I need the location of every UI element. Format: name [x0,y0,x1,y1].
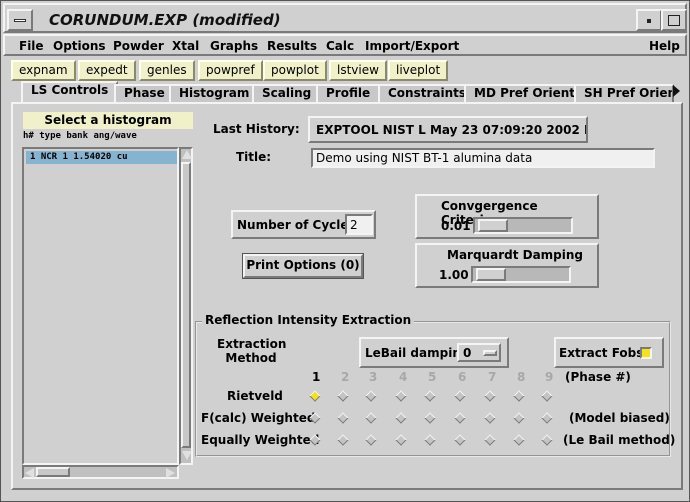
marquardt-slider-thumb[interactable] [476,268,506,281]
phase-number-3: 3 [369,370,378,384]
phase-number-1: 1 [312,370,321,384]
lebail-label: LeBail damping [365,346,470,360]
menu-import-export[interactable]: Import/Export [365,39,459,53]
histogram-columns: h# type bank ang/wave [23,131,137,141]
convergence-value: 0.01 [441,219,471,233]
maximize-icon [668,15,680,26]
scroll-left-icon[interactable] [25,468,34,478]
lebail-dropdown[interactable]: 0 [457,343,501,362]
menu-xtal[interactable]: Xtal [172,39,199,53]
menu-graphs[interactable]: Graphs [210,39,258,53]
cycles-frame: Number of Cycles 2 [231,210,376,239]
scroll-down-icon[interactable] [182,451,192,460]
tab-ls-controls[interactable]: LS Controls [21,81,119,103]
menu-powder[interactable]: Powder [113,39,164,53]
extraction-group-title: Reflection Intensity Extraction [202,313,415,327]
liveplot-button[interactable]: liveplot [388,60,449,81]
print-options-button[interactable]: Print Options (0) [242,253,364,279]
extract-fobs-label: Extract Fobs [559,346,644,360]
histogram-list[interactable]: 1 NCR 1 1.54020 cu [22,147,179,465]
tab-md-pref-orient[interactable]: MD Pref Orient [464,84,585,102]
extraction-method-label: Extraction Method [217,337,287,365]
convergence-frame: Convgergence Criterion 0.01 [415,194,599,239]
expnam-button[interactable]: expnam [11,60,76,81]
equally-weighted-note: (Le Bail method) [563,433,676,447]
extract-fobs-checkbox[interactable] [640,347,652,359]
menu-help[interactable]: Help [649,39,680,53]
phase-number-9: 9 [545,370,554,384]
menu-results[interactable]: Results [267,39,317,53]
rietveld-label: Rietveld [227,389,283,403]
toolbar: expnam expedt genles powpref powplot lst… [3,58,687,82]
horizontal-scroll-thumb[interactable] [36,467,70,477]
app-window: CORUNDUM.EXP (modified) File Options Pow… [0,0,690,502]
tab-scaling[interactable]: Scaling [252,84,322,102]
convergence-slider-thumb[interactable] [478,219,508,232]
convergence-slider[interactable] [473,217,573,234]
phase-number-7: 7 [488,370,497,384]
fcalc-weighted-note: (Model biased) [569,411,670,425]
marquardt-label: Marquardt Damping [447,248,584,262]
histogram-horizontal-scrollbar[interactable] [22,465,179,479]
lstview-button[interactable]: lstview [329,60,387,81]
phase-number-5: 5 [428,370,437,384]
dropdown-indicator-icon [483,350,497,356]
minimize-button[interactable] [636,9,662,31]
last-history-value: EXPTOOL NIST L May 23 07:09:20 2002 P H [308,116,588,143]
menu-calc[interactable]: Calc [326,39,354,53]
lebail-value: 0 [463,346,472,360]
last-history-label: Last History: [213,122,300,136]
tab-histogram[interactable]: Histogram [169,84,260,102]
scroll-right-icon[interactable] [166,468,175,478]
histogram-list-header: Select a histogram [23,112,193,129]
extract-fobs-frame: Extract Fobs [554,337,664,368]
phase-number-8: 8 [517,370,526,384]
menu-options[interactable]: Options [53,39,106,53]
tab-constraints[interactable]: Constraints [378,84,477,102]
histogram-vertical-scrollbar[interactable] [179,147,193,465]
window-menu-button[interactable] [7,9,33,31]
lebail-frame: LeBail damping 0 [359,337,509,368]
menu-file[interactable]: File [19,39,44,53]
title-bar[interactable]: CORUNDUM.EXP (modified) [3,3,687,33]
title-label: Title: [236,150,272,164]
tab-scroll-right-icon[interactable] [673,85,680,97]
minimize-icon [647,19,651,23]
equally-weighted-label: Equally Weighted [201,433,320,447]
expedt-button[interactable]: expedt [78,60,136,81]
genles-button[interactable]: genles [139,60,195,81]
window-title: CORUNDUM.EXP (modified) [49,11,281,29]
tab-phase[interactable]: Phase [114,84,175,102]
marquardt-frame: Marquardt Damping 1.00 [415,243,599,288]
powpref-button[interactable]: powpref [198,60,263,81]
phase-number-2: 2 [341,370,350,384]
powplot-button[interactable]: powplot [263,60,327,81]
tab-profile[interactable]: Profile [316,84,381,102]
phase-number-6: 6 [458,370,467,384]
vertical-scroll-thumb[interactable] [181,162,191,448]
window-menu-icon [14,19,26,22]
menu-bar: File Options Powder Xtal Graphs Results … [3,34,687,56]
phase-number-4: 4 [399,370,408,384]
phase-number-caption: (Phase #) [565,370,631,384]
cycles-label: Number of Cycles [237,218,356,232]
scroll-up-icon[interactable] [182,150,192,159]
marquardt-slider[interactable] [471,266,571,283]
maximize-button[interactable] [661,9,687,31]
title-input[interactable]: Demo using NIST BT-1 alumina data [311,148,655,168]
histogram-row[interactable]: 1 NCR 1 1.54020 cu [26,151,177,164]
cycles-input[interactable]: 2 [345,214,373,235]
fcalc-weighted-label: F(calc) Weighted [201,411,316,425]
marquardt-value: 1.00 [439,268,469,282]
tab-sh-pref-orient[interactable]: SH Pref Orient [574,84,674,102]
